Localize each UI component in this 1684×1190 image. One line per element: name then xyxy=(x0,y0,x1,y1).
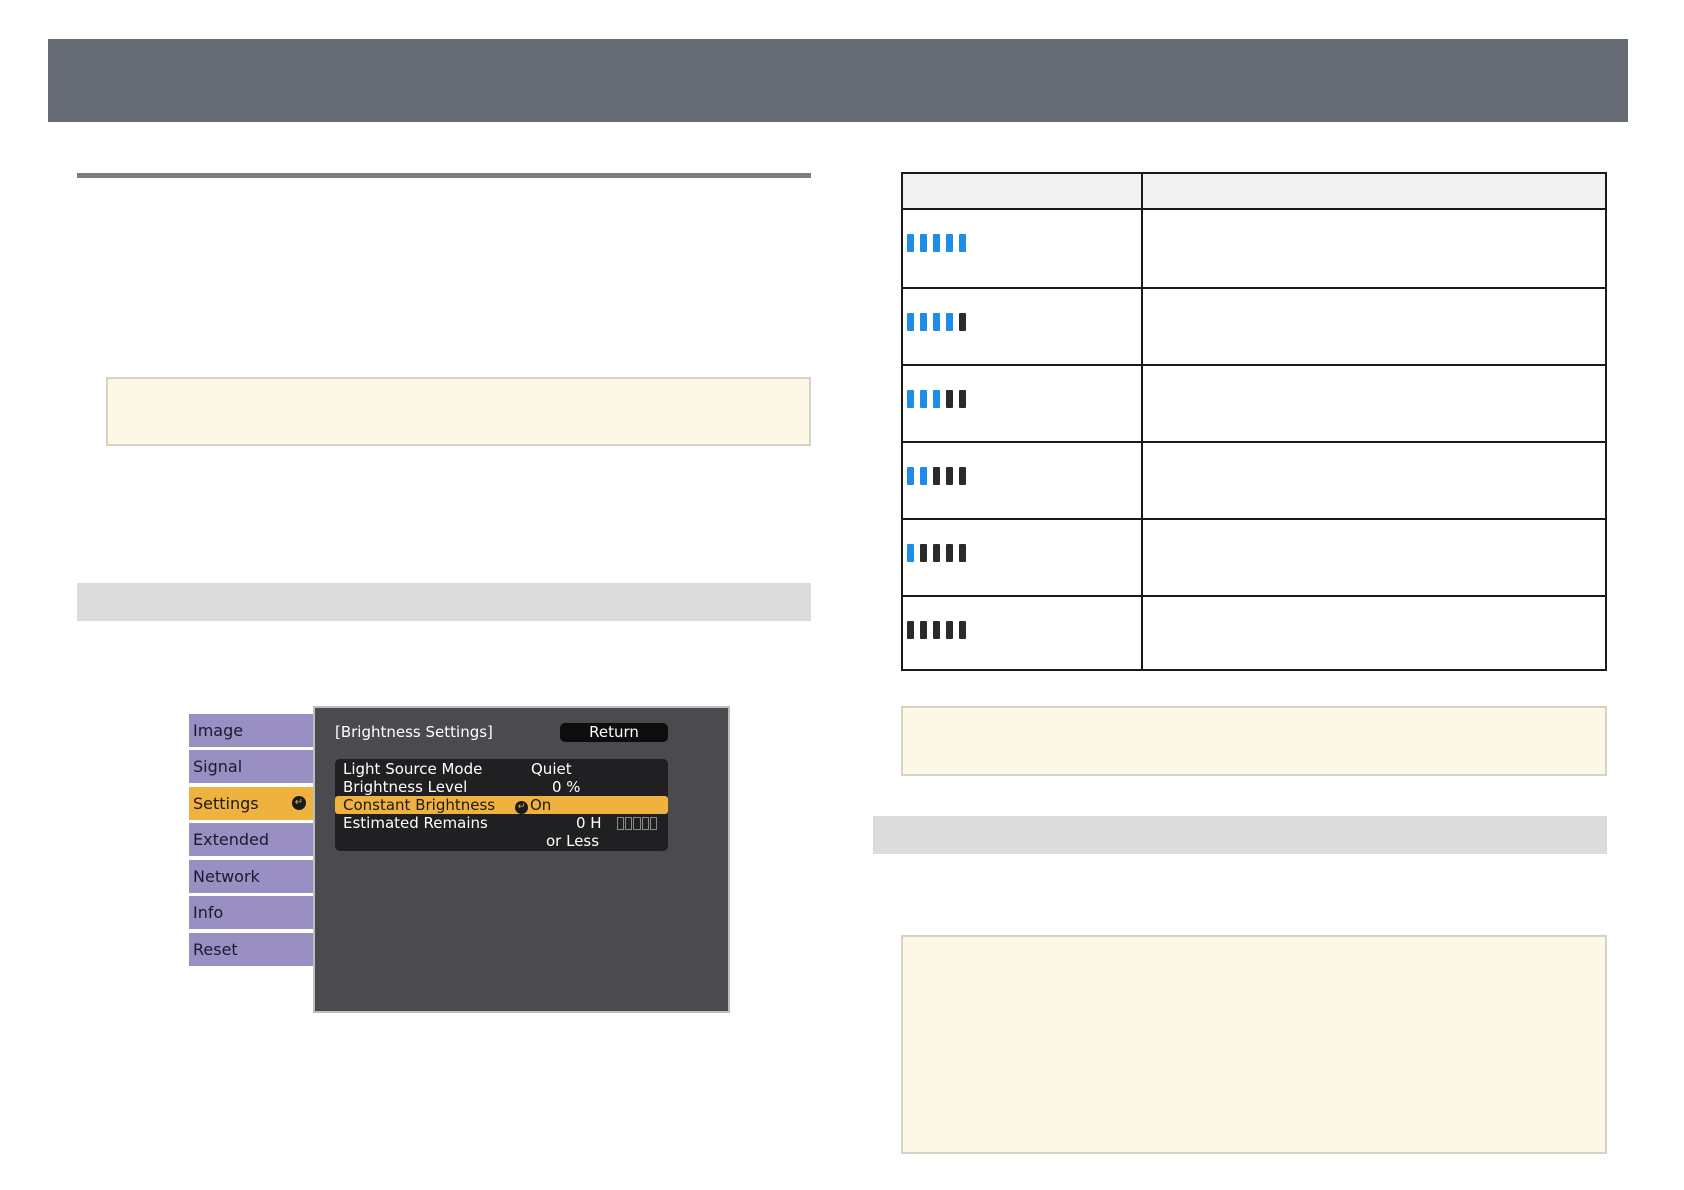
table-row xyxy=(903,518,1605,597)
menu-tab-signal[interactable]: Signal xyxy=(189,750,313,783)
lit-segment xyxy=(933,390,940,408)
light-level-indicator-icon xyxy=(907,390,966,408)
unlit-segment xyxy=(959,467,966,485)
brightness-level-value: 0 % xyxy=(552,778,581,796)
lit-segment xyxy=(907,313,914,331)
unlit-segment xyxy=(920,544,927,562)
section-band xyxy=(77,583,811,621)
panel-title: [Brightness Settings] xyxy=(335,723,493,741)
estimated-remains-label: Estimated Remains xyxy=(343,814,488,832)
light-level-indicator-icon xyxy=(907,544,966,562)
lit-segment xyxy=(933,234,940,252)
menu-tab-extended[interactable]: Extended xyxy=(189,823,313,856)
lit-segment xyxy=(920,234,927,252)
brightness-level-label: Brightness Level xyxy=(343,778,468,796)
table-row xyxy=(903,364,1605,443)
estimated-remains-row-2: or Less xyxy=(335,832,668,850)
lit-segment xyxy=(907,544,914,562)
unlit-segment xyxy=(946,621,953,639)
settings-list: Light Source Mode Quiet Brightness Level… xyxy=(335,759,668,851)
lit-segment xyxy=(907,390,914,408)
estimated-remains-row: Estimated Remains 0 H xyxy=(335,814,668,832)
light-source-mode-row[interactable]: Light Source Mode Quiet xyxy=(335,760,668,778)
lit-segment xyxy=(946,313,953,331)
return-button[interactable]: Return xyxy=(560,723,668,742)
constant-brightness-row[interactable]: Constant Brightness ↵ On xyxy=(335,796,668,814)
unlit-segment xyxy=(933,467,940,485)
light-level-indicator-icon xyxy=(907,467,966,485)
table-row xyxy=(903,441,1605,520)
constant-brightness-label: Constant Brightness xyxy=(343,796,496,814)
lit-segment xyxy=(920,467,927,485)
brightness-settings-panel: [Brightness Settings] Return Light Sourc… xyxy=(313,706,730,1013)
unlit-segment xyxy=(920,621,927,639)
table-row xyxy=(903,210,1605,287)
brightness-level-row[interactable]: Brightness Level 0 % xyxy=(335,778,668,796)
menu-tab-image[interactable]: Image xyxy=(189,714,313,747)
enter-icon: ↵ xyxy=(515,801,528,814)
note-box xyxy=(901,935,1607,1154)
unlit-segment xyxy=(933,621,940,639)
menu-tab-network[interactable]: Network xyxy=(189,860,313,893)
section-band xyxy=(873,816,1607,854)
table-header-row xyxy=(903,174,1605,210)
lit-segment xyxy=(920,313,927,331)
light-source-mode-label: Light Source Mode xyxy=(343,760,483,778)
unlit-segment xyxy=(959,313,966,331)
estimated-remains-value: 0 H xyxy=(576,814,602,832)
light-level-indicator-icon xyxy=(907,621,966,639)
estimated-remains-value-2: or Less xyxy=(546,832,600,850)
lit-segment xyxy=(907,467,914,485)
unlit-segment xyxy=(933,544,940,562)
lit-segment xyxy=(920,390,927,408)
unlit-segment xyxy=(959,621,966,639)
light-level-indicator-icon xyxy=(907,313,966,331)
light-source-mode-value: Quiet xyxy=(531,760,572,778)
light-indicator-table xyxy=(901,172,1607,671)
unlit-segment xyxy=(946,467,953,485)
unlit-segment xyxy=(959,390,966,408)
constant-brightness-value: On xyxy=(530,796,552,814)
remaining-life-gauge xyxy=(617,817,658,830)
light-level-indicator-icon xyxy=(907,234,966,252)
constant-brightness-value-wrap: ↵ On xyxy=(515,796,551,814)
lit-segment xyxy=(933,313,940,331)
lit-segment xyxy=(907,234,914,252)
table-row xyxy=(903,595,1605,674)
lit-segment xyxy=(959,234,966,252)
menu-tab-reset[interactable]: Reset xyxy=(189,933,313,966)
unlit-segment xyxy=(946,544,953,562)
note-box xyxy=(106,377,811,446)
table-row xyxy=(903,287,1605,366)
enter-icon: ↵ xyxy=(292,796,306,810)
page-header-bar xyxy=(48,39,1628,122)
unlit-segment xyxy=(907,621,914,639)
note-box xyxy=(901,706,1607,776)
unlit-segment xyxy=(959,544,966,562)
lit-segment xyxy=(946,234,953,252)
menu-tab-settings[interactable]: Settings ↵ xyxy=(189,787,313,820)
unlit-segment xyxy=(946,390,953,408)
menu-tab-info[interactable]: Info xyxy=(189,896,313,929)
section-rule xyxy=(77,173,811,178)
